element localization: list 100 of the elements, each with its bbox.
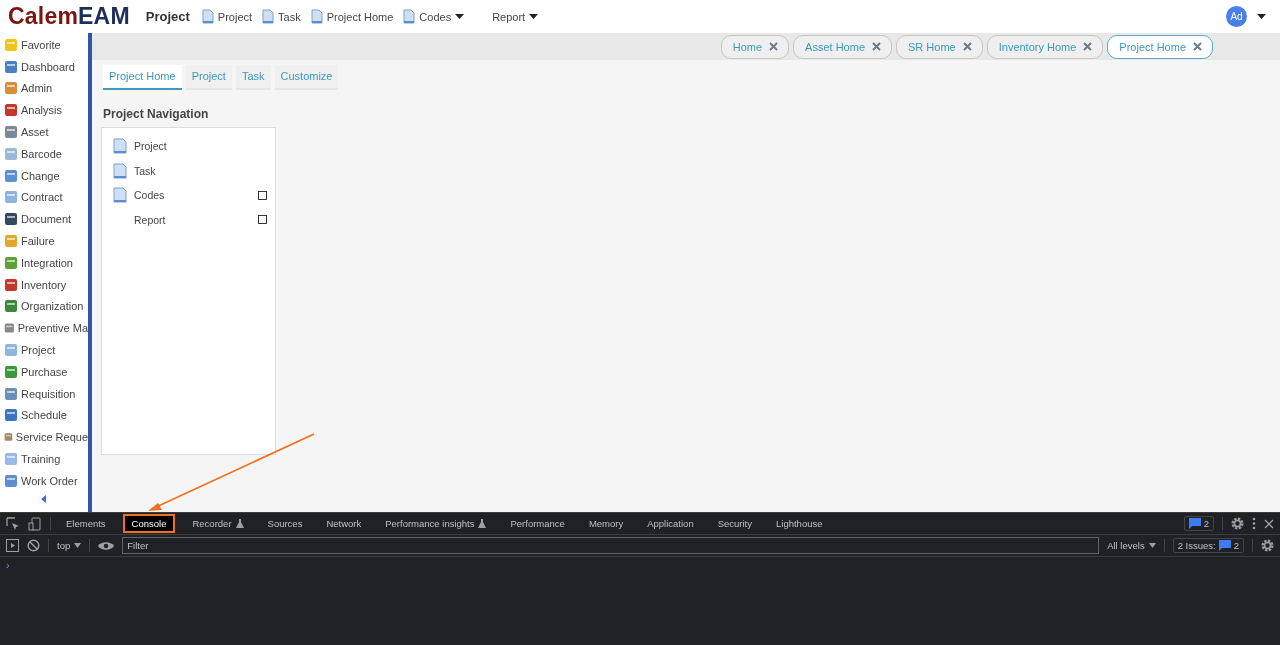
nav-link[interactable]: Codes: [403, 9, 465, 24]
module-title: Project: [145, 9, 190, 24]
module-icon: [4, 255, 18, 270]
caret-icon: [74, 543, 82, 548]
settings-icon[interactable]: [1261, 539, 1274, 552]
module-icon: [4, 146, 18, 161]
caret-icon: [529, 14, 539, 19]
nav-link[interactable]: Project: [201, 9, 253, 24]
eye-icon[interactable]: [98, 540, 115, 551]
devtools-tab[interactable]: Application: [640, 515, 701, 532]
sidebar-item[interactable]: Favorite: [0, 34, 88, 56]
sidebar-toggle-icon[interactable]: [6, 539, 19, 552]
sidebar-item[interactable]: Change: [0, 164, 88, 187]
nav-link[interactable]: Project Home: [310, 9, 394, 24]
nav-link[interactable]: Task: [262, 9, 301, 24]
sidebar-item[interactable]: Schedule: [0, 404, 88, 427]
flask-icon: [478, 519, 487, 528]
collapse-icon[interactable]: [40, 494, 48, 503]
module-icon: [4, 59, 18, 74]
module-icon: [4, 125, 18, 140]
module-icon: [4, 234, 18, 249]
caret-icon[interactable]: [1257, 14, 1266, 19]
sidebar-item[interactable]: Work Order: [0, 469, 88, 492]
sidebar-item[interactable]: Requisition: [0, 382, 88, 405]
clear-icon[interactable]: [27, 539, 40, 552]
page-icon: [113, 187, 127, 204]
close-icon[interactable]: [872, 42, 881, 51]
navigation-link[interactable]: Project: [134, 140, 275, 153]
page-icon: [262, 9, 275, 24]
close-icon[interactable]: [962, 42, 972, 51]
module-icon: [4, 321, 15, 336]
module-icon: [4, 103, 18, 118]
sidebar-item[interactable]: Training: [0, 448, 88, 470]
user-avatar[interactable]: Ad: [1226, 6, 1247, 27]
navigation-link[interactable]: Task: [134, 164, 275, 177]
inspect-icon[interactable]: [6, 516, 20, 531]
sidebar-item[interactable]: Admin: [0, 77, 88, 100]
sidebar-item[interactable]: Barcode: [0, 143, 88, 165]
sidebar-item[interactable]: Service Reque: [0, 426, 88, 449]
module-icon: [4, 37, 18, 52]
caret-icon: [455, 14, 465, 19]
sidebar-item[interactable]: Asset: [0, 121, 88, 143]
module-icon: [4, 81, 18, 96]
module-icon: [4, 473, 18, 488]
sidebar-item[interactable]: Contract: [0, 186, 88, 209]
section-title: Project Navigation: [103, 107, 210, 121]
module-icon: [4, 386, 18, 401]
expand-box[interactable]: [258, 190, 267, 200]
expand-box[interactable]: [258, 215, 267, 225]
devtools-tab[interactable]: Console: [122, 514, 176, 533]
message-icon: [1188, 518, 1201, 529]
module-icon: [4, 408, 18, 423]
sidebar-item[interactable]: Inventory: [0, 273, 88, 296]
navigation-link[interactable]: Report: [134, 213, 258, 226]
module-icon: [4, 364, 18, 379]
logo: CalemEAM: [8, 3, 130, 30]
device-icon[interactable]: [28, 516, 42, 531]
module-icon: [4, 452, 18, 467]
page-icon: [113, 162, 127, 179]
devtools-tab[interactable]: Recorder: [185, 515, 251, 532]
devtools-tab[interactable]: Performance insights: [378, 515, 494, 532]
message-count-badge[interactable]: 2: [1183, 516, 1214, 531]
sidebar-item[interactable]: Integration: [0, 251, 88, 274]
devtools-tab[interactable]: Elements: [59, 515, 113, 532]
module-icon: [4, 343, 18, 358]
filter-field[interactable]: Filter: [122, 537, 1100, 554]
devtools-tab[interactable]: Sources: [260, 515, 310, 532]
devtools-tab[interactable]: Performance: [503, 515, 572, 532]
sidebar-item[interactable]: Project: [0, 339, 88, 361]
sidebar-item[interactable]: Preventive Ma: [0, 317, 88, 340]
settings-icon[interactable]: [1231, 517, 1244, 530]
module-icon: [4, 299, 18, 314]
page-icon: [403, 9, 416, 24]
issues-button[interactable]: 2 Issues: 2: [1172, 538, 1244, 553]
navigation-link[interactable]: Codes: [134, 189, 258, 202]
devtools-tab[interactable]: Lighthouse: [769, 515, 830, 532]
log-levels-dropdown[interactable]: All levels: [1107, 540, 1156, 551]
sidebar-item[interactable]: Document: [0, 208, 88, 231]
caret-icon: [1148, 543, 1156, 548]
devtools-tab[interactable]: Security: [710, 515, 759, 532]
module-icon: [4, 277, 18, 292]
close-icon[interactable]: [1193, 42, 1202, 51]
close-icon[interactable]: [769, 42, 779, 51]
sidebar-item[interactable]: Failure: [0, 230, 88, 252]
context-selector[interactable]: top: [57, 540, 82, 551]
module-icon: [4, 168, 18, 183]
sidebar-item[interactable]: Organization: [0, 295, 88, 318]
sidebar-item[interactable]: Purchase: [0, 360, 88, 383]
close-icon[interactable]: [1264, 518, 1274, 529]
sidebar-item[interactable]: Analysis: [0, 99, 88, 122]
nav-link[interactable]: Report: [492, 10, 539, 23]
console-prompt[interactable]: ›: [6, 559, 10, 571]
close-icon[interactable]: [1083, 42, 1093, 51]
devtools-tab[interactable]: Network: [319, 515, 369, 532]
module-icon: [4, 190, 18, 205]
page-icon: [201, 9, 214, 24]
more-icon[interactable]: [1252, 517, 1256, 530]
devtools-tab[interactable]: Memory: [581, 515, 631, 532]
sidebar-item[interactable]: Dashboard: [0, 55, 88, 78]
page-icon: [310, 9, 323, 24]
